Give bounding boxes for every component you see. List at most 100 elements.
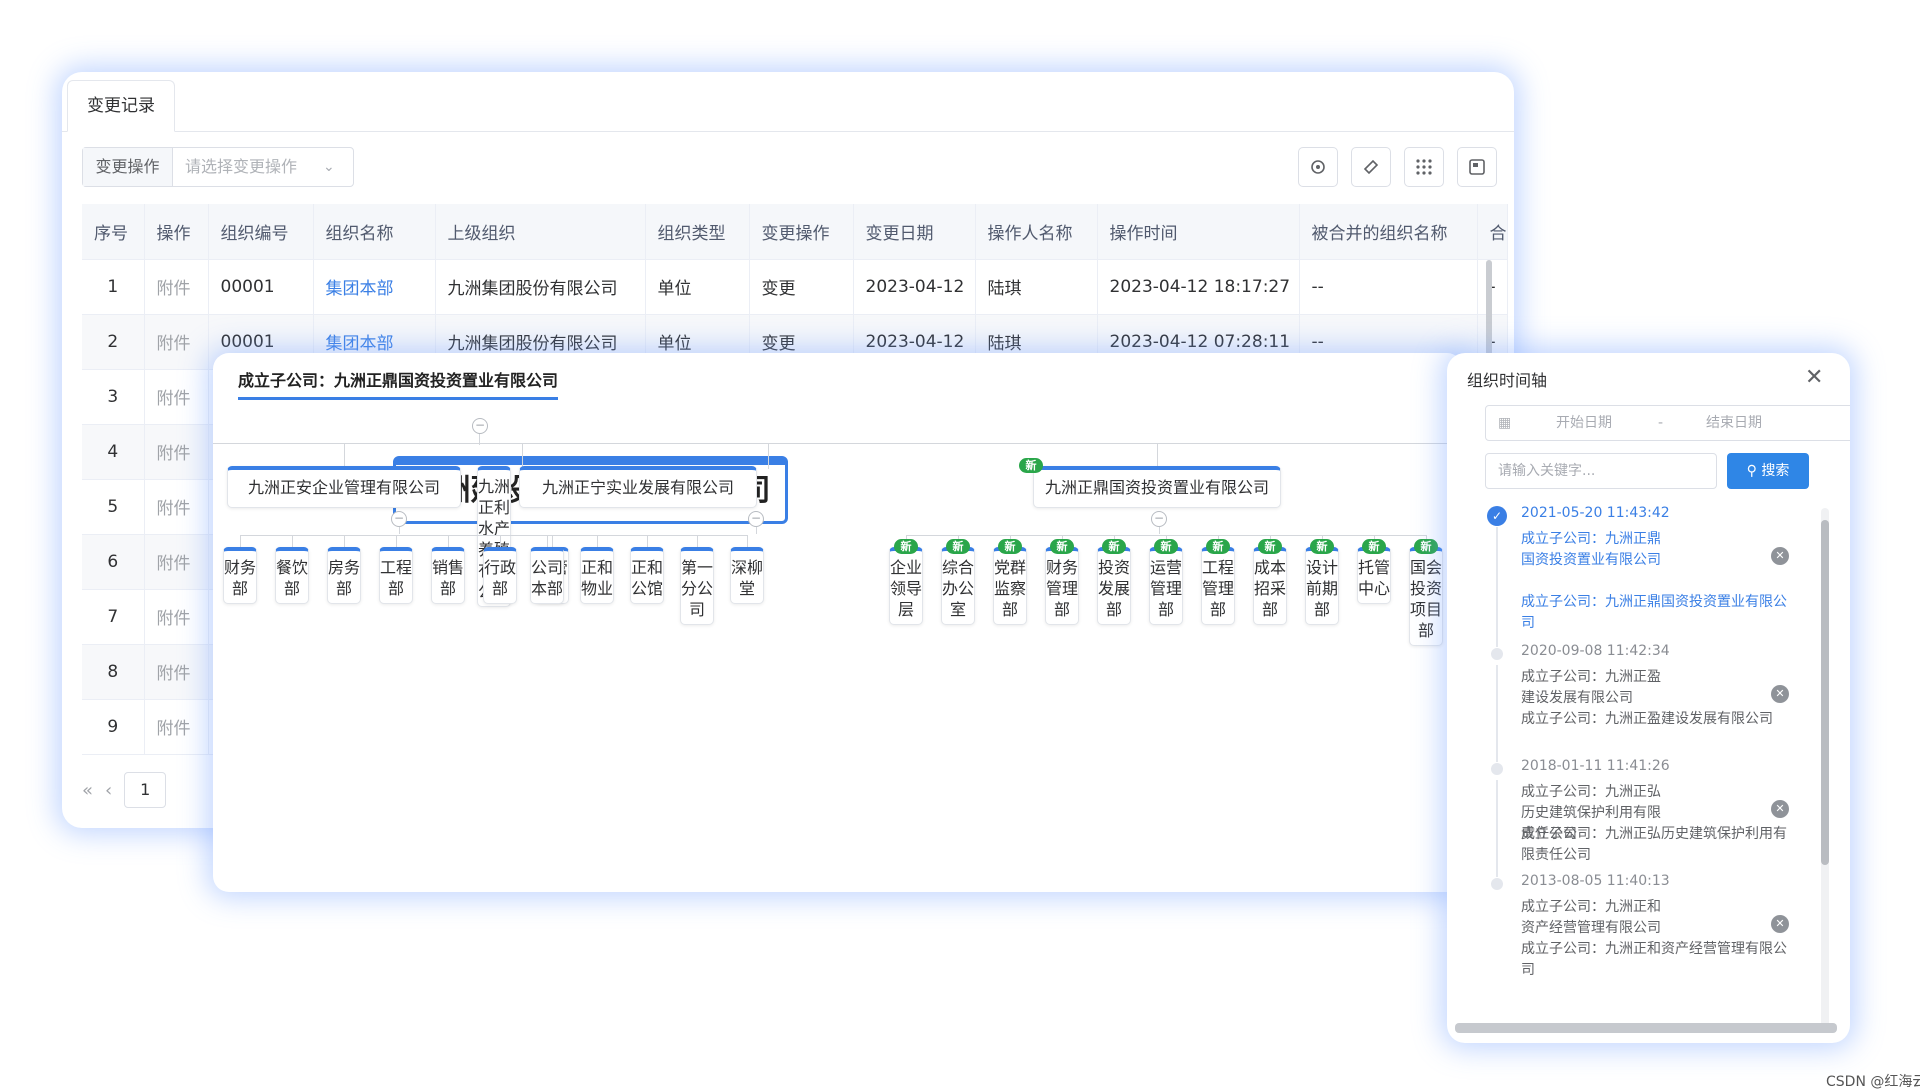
timeline-event-title: 成立子公司：九洲正和资产经营管理有限公司 xyxy=(1521,899,1661,936)
chevron-down-icon[interactable]: ⌄ xyxy=(323,148,353,186)
connector-line xyxy=(292,535,293,547)
department-node[interactable]: 行政部 xyxy=(483,547,517,604)
attachment-link[interactable]: 附件 xyxy=(144,644,209,700)
org-child-node[interactable]: 九洲正鼎国资投资置业有限公司 xyxy=(1033,466,1281,508)
timeline-dot xyxy=(1491,648,1503,660)
timeline-event-detail[interactable]: 成立子公司：九洲正鼎国资投资置业有限公司 xyxy=(1521,592,1799,634)
date-range-picker[interactable]: ▦ 开始日期 - 结束日期 xyxy=(1485,405,1850,441)
transfer-icon[interactable] xyxy=(1351,147,1391,187)
start-date-input[interactable]: 开始日期 xyxy=(1556,406,1612,440)
collapse-icon[interactable]: − xyxy=(472,418,488,434)
timeline-dot xyxy=(1491,878,1503,890)
org-child-node[interactable]: 九洲正安企业管理有限公司 xyxy=(227,466,461,508)
department-node[interactable]: 财务部 xyxy=(223,547,257,604)
attachment-link[interactable]: 附件 xyxy=(144,259,209,315)
filter-select[interactable]: 请选择变更操作 xyxy=(173,148,323,186)
timeline-event-detail: 成立子公司：九洲正弘历史建筑保护利用有限责任公司 xyxy=(1521,826,1787,863)
column-header: 组织名称 xyxy=(313,204,436,260)
timeline-scrollbar-thumb[interactable] xyxy=(1821,520,1829,865)
attachment-link[interactable]: 附件 xyxy=(144,699,209,755)
timeline-connector xyxy=(1496,665,1498,762)
attachment-link[interactable]: 附件 xyxy=(144,424,209,480)
table-header-row: 序号 操作 组织编号 组织名称 上级组织 组织类型 变更操作 变更日期 操作人名称 操作时间 被合并… xyxy=(82,204,1508,260)
column-header: 操作人名称 xyxy=(975,204,1098,260)
department-node[interactable]: 成本招采部 xyxy=(1253,547,1287,625)
new-badge: 新 xyxy=(1154,539,1178,554)
department-node[interactable]: 房务部 xyxy=(327,547,361,604)
table-cell: 1 xyxy=(82,259,145,315)
collapse-icon[interactable]: − xyxy=(391,511,407,527)
new-badge: 新 xyxy=(1414,539,1438,554)
table-row[interactable]: 1 附件 00001 集团本部 九洲集团股份有限公司 单位 变更 2023-04-12 陆琪 20… xyxy=(82,259,1508,315)
department-node[interactable]: 深柳堂 xyxy=(730,547,764,604)
department-node[interactable]: 第一分公司 xyxy=(680,547,714,625)
remove-icon[interactable]: ✕ xyxy=(1771,800,1789,818)
table-cell: - xyxy=(1477,259,1508,315)
close-icon[interactable]: ✕ xyxy=(1805,365,1823,390)
attachment-link[interactable]: 附件 xyxy=(144,369,209,425)
department-node[interactable]: 工程部 xyxy=(379,547,413,604)
department-node[interactable]: 运营管理部 xyxy=(1149,547,1183,625)
department-node[interactable]: 托管中心 xyxy=(1357,547,1391,604)
fullscreen-icon[interactable] xyxy=(1457,147,1497,187)
attachment-link[interactable]: 附件 xyxy=(144,479,209,535)
table-cell: 2023-04-12 xyxy=(853,259,976,315)
calendar-icon: ▦ xyxy=(1498,415,1512,431)
department-node[interactable]: 企业领导层 xyxy=(889,547,923,625)
table-cell: 8 xyxy=(82,644,145,700)
collapse-icon[interactable]: − xyxy=(748,511,764,527)
department-node[interactable]: 工程管理部 xyxy=(1201,547,1235,625)
horizontal-scrollbar[interactable] xyxy=(1455,1023,1837,1033)
department-node[interactable]: 公司本部 xyxy=(530,547,564,604)
new-badge: 新 xyxy=(1102,539,1126,554)
timeline-time: 2020-09-08 11:42:34 xyxy=(1521,643,1670,659)
timeline-scrollbar[interactable] xyxy=(1821,508,1829,1028)
pagination: « ‹ 1 xyxy=(82,772,167,808)
connector-line xyxy=(240,535,241,547)
department-node[interactable]: 国会投资项目部 xyxy=(1409,547,1443,646)
connector-line xyxy=(213,443,1463,444)
collapse-icon[interactable]: − xyxy=(1151,511,1167,527)
column-header: 序号 xyxy=(82,204,145,260)
attachment-link[interactable]: 附件 xyxy=(144,589,209,645)
department-node[interactable]: 综合办公室 xyxy=(941,547,975,625)
timeline-event-detail: 成立子公司：九洲正和资产经营管理有限公司 xyxy=(1521,941,1787,978)
department-node[interactable]: 餐饮部 xyxy=(275,547,309,604)
new-badge: 新 xyxy=(1310,539,1334,554)
connector-line xyxy=(747,535,748,547)
department-node[interactable]: 正和物业 xyxy=(580,547,614,604)
department-node[interactable]: 设计前期部 xyxy=(1305,547,1339,625)
timeline-event-title: 成立子公司：九洲正盈建设发展有限公司 xyxy=(1521,669,1661,706)
search-button[interactable]: ⚲ 搜索 xyxy=(1727,453,1809,489)
new-badge: 新 xyxy=(894,539,918,554)
remove-icon[interactable]: ✕ xyxy=(1771,685,1789,703)
grid-icon[interactable] xyxy=(1404,147,1444,187)
timeline-time: 2013-08-05 11:40:13 xyxy=(1521,873,1670,889)
change-operation-filter[interactable]: 变更操作 请选择变更操作 ⌄ xyxy=(82,147,354,187)
prev-page-button[interactable]: ‹ xyxy=(105,780,112,801)
page-number-button[interactable]: 1 xyxy=(124,772,167,808)
timeline-event-title[interactable]: 成立子公司：九洲正鼎国资投资置业有限公司 xyxy=(1521,529,1671,571)
end-date-input[interactable]: 结束日期 xyxy=(1706,406,1762,440)
keyword-input[interactable]: 请输入关键字... xyxy=(1485,453,1717,489)
department-node[interactable]: 党群监察部 xyxy=(993,547,1027,625)
tab-bar: 变更记录 xyxy=(62,72,1514,132)
tab-change-log[interactable]: 变更记录 xyxy=(67,80,175,132)
new-badge: 新 xyxy=(1258,539,1282,554)
org-name-link[interactable]: 集团本部 xyxy=(313,259,436,315)
table-cell: 6 xyxy=(82,534,145,590)
department-node[interactable]: 销售部 xyxy=(431,547,465,604)
timeline-title: 组织时间轴 xyxy=(1467,371,1548,390)
refresh-view-icon[interactable] xyxy=(1298,147,1338,187)
remove-icon[interactable]: ✕ xyxy=(1771,915,1789,933)
attachment-link[interactable]: 附件 xyxy=(144,534,209,590)
department-node[interactable]: 财务管理部 xyxy=(1045,547,1079,625)
attachment-link[interactable]: 附件 xyxy=(144,314,209,370)
org-child-node[interactable]: 九洲正宁实业发展有限公司 xyxy=(519,466,757,508)
org-timeline-window: 组织时间轴 ✕ ▦ 开始日期 - 结束日期 请输入关键字... ⚲ 搜索 ✓ 20… xyxy=(1447,353,1850,1043)
department-node[interactable]: 正和公馆 xyxy=(630,547,664,604)
remove-icon[interactable]: ✕ xyxy=(1771,547,1789,565)
first-page-button[interactable]: « xyxy=(82,780,93,801)
connector-line xyxy=(344,535,345,547)
department-node[interactable]: 投资发展部 xyxy=(1097,547,1131,625)
